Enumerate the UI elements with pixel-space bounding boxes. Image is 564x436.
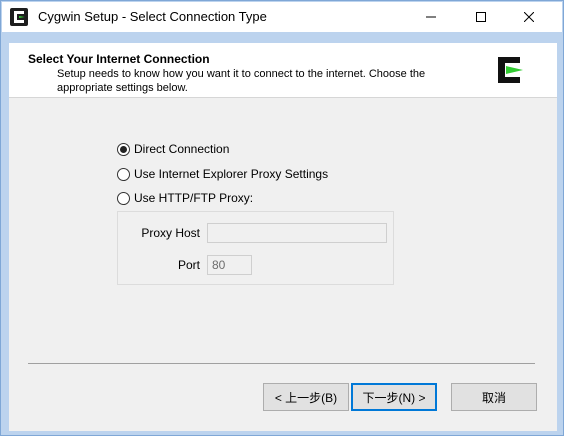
window-title: Cygwin Setup - Select Connection Type xyxy=(38,9,267,24)
radio-http-ftp-proxy[interactable]: Use HTTP/FTP Proxy: xyxy=(117,190,253,206)
maximize-button[interactable] xyxy=(458,2,504,32)
close-icon xyxy=(524,12,534,22)
setup-window: Cygwin Setup - Select Connection Type Se… xyxy=(0,0,564,436)
back-button[interactable]: < 上一步(B) xyxy=(263,383,349,411)
radio-label-direct: Direct Connection xyxy=(134,142,230,156)
radio-label-ie-proxy: Use Internet Explorer Proxy Settings xyxy=(134,167,329,181)
maximize-icon xyxy=(476,12,486,22)
next-button[interactable]: 下一步(N) > xyxy=(351,383,437,411)
header-panel: Select Your Internet Connection Setup ne… xyxy=(9,43,557,98)
page-description: Setup needs to know how you want it to c… xyxy=(57,68,426,94)
radio-ie-proxy[interactable]: Use Internet Explorer Proxy Settings xyxy=(117,166,328,182)
close-button[interactable] xyxy=(506,2,552,32)
page-title: Select Your Internet Connection xyxy=(28,52,210,66)
radio-direct-connection[interactable]: Direct Connection xyxy=(117,141,229,157)
minimize-button[interactable] xyxy=(408,2,454,32)
radio-button[interactable] xyxy=(117,191,130,205)
radio-button[interactable] xyxy=(117,167,130,181)
proxy-host-label: Proxy Host xyxy=(141,226,200,240)
wizard-page: Select Your Internet Connection Setup ne… xyxy=(9,43,557,431)
minimize-icon xyxy=(426,16,436,18)
button-separator xyxy=(28,363,535,364)
title-bar[interactable]: Cygwin Setup - Select Connection Type xyxy=(2,2,562,32)
proxy-port-input[interactable]: 80 xyxy=(207,255,252,275)
radio-label-http-proxy: Use HTTP/FTP Proxy: xyxy=(134,191,254,205)
proxy-settings-group: Proxy Host Port 80 xyxy=(117,211,394,285)
radio-button-selected[interactable] xyxy=(117,142,130,156)
cancel-button[interactable]: 取消 xyxy=(451,383,537,411)
cygwin-icon xyxy=(10,8,28,26)
proxy-port-label: Port xyxy=(177,258,200,272)
proxy-host-input[interactable] xyxy=(207,223,387,243)
cygwin-logo xyxy=(493,53,527,87)
